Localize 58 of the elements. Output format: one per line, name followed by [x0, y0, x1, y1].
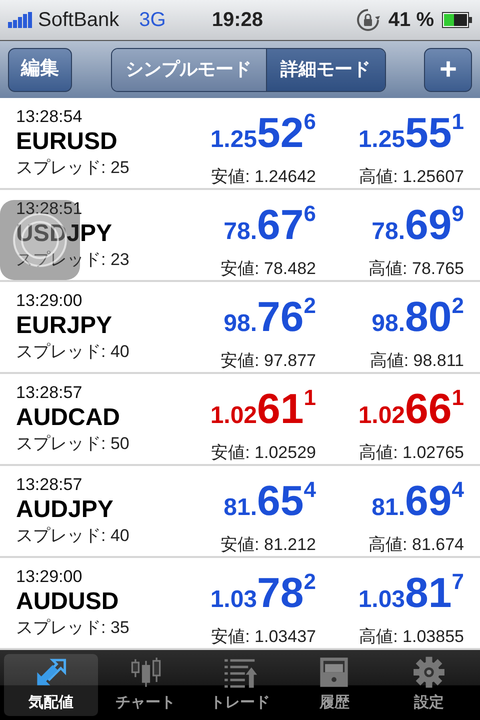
bid-price: 81.65$^{4}$ [224, 476, 316, 526]
quote-time: 13:28:57 [16, 475, 84, 495]
high-price: 高値: 1.03855 [359, 626, 464, 648]
quote-row[interactable]: 13:28:54 EURUSD スプレッド: 25 1.2552$^{6}$ 安値: 1.24642 1.2555$^{1}$ 高値: 1.25607 [0, 98, 480, 190]
bid-price: 98.76$^{2}$ [224, 292, 316, 342]
mode-segment[interactable]: 詳細モード [266, 48, 385, 90]
edit-button[interactable]: 編集 [8, 48, 72, 92]
quote-row[interactable]: 13:28:57 AUDCAD スプレッド: 50 1.0261$^{1}$ 安値: 1.02529 1.0266$^{1}$ 高値: 1.02765 [0, 374, 480, 466]
carrier-name: SoftBank [38, 8, 120, 33]
currency-pair: AUDJPY [16, 495, 114, 525]
spread-label: スプレッド: 35 [16, 617, 130, 639]
add-button[interactable]: + [424, 48, 472, 92]
tab-bar-item[interactable]: 気配値 [4, 654, 98, 716]
rotation-lock-icon [356, 8, 380, 32]
high-price: 高値: 81.674 [368, 534, 464, 556]
low-price: 安値: 1.24642 [211, 166, 316, 188]
quote-time: 13:28:54 [16, 107, 84, 127]
bid-price: 78.67$^{6}$ [224, 200, 316, 250]
currency-pair: AUDCAD [16, 403, 121, 433]
bid-price: 1.2552$^{6}$ [210, 108, 316, 158]
quote-row[interactable]: 13:29:00 EURJPY スプレッド: 40 98.76$^{2}$ 安値: 97.877 98.80$^{2}$ 高値: 98.811 [0, 282, 480, 374]
ask-price: 98.80$^{2}$ [372, 292, 464, 342]
battery-icon [442, 12, 472, 28]
high-price: 高値: 1.25607 [359, 166, 464, 188]
ask-price: 1.0381$^{7}$ [358, 568, 464, 618]
bid-price: 1.0261$^{1}$ [210, 384, 316, 434]
low-price: 安値: 1.02529 [211, 442, 316, 464]
quote-time: 13:29:00 [16, 291, 84, 311]
currency-pair: AUDUSD [16, 587, 120, 617]
tab-bar-item[interactable]: 設定 [382, 654, 476, 716]
tab-bar-item[interactable]: チャート [98, 654, 193, 716]
clock-time: 19:28 [212, 8, 264, 33]
quote-time: 13:29:00 [16, 567, 84, 587]
quote-time: 13:28:57 [16, 383, 84, 403]
low-price: 安値: 1.03437 [211, 626, 316, 648]
quote-row[interactable]: 13:28:57 AUDJPY スプレッド: 40 81.65$^{4}$ 安値: 81.212 81.69$^{4}$ 高値: 81.674 [0, 466, 480, 558]
spread-label: スプレッド: 40 [16, 525, 130, 547]
spread-label: スプレッド: 40 [16, 341, 130, 363]
network-type: 3G [139, 8, 166, 33]
high-price: 高値: 98.811 [370, 350, 464, 372]
ask-price: 1.2555$^{1}$ [358, 108, 464, 158]
low-price: 安値: 81.212 [220, 534, 316, 556]
ask-price: 81.69$^{4}$ [372, 476, 464, 526]
high-price: 高値: 78.765 [368, 258, 464, 280]
low-price: 安値: 78.482 [220, 258, 316, 280]
spread-label: スプレッド: 25 [16, 157, 130, 179]
spread-label: スプレッド: 50 [16, 433, 130, 455]
bid-price: 1.0378$^{2}$ [210, 568, 316, 618]
low-price: 安値: 97.877 [220, 350, 316, 372]
signal-icon [8, 12, 34, 28]
high-price: 高値: 1.02765 [359, 442, 464, 464]
ask-price: 78.69$^{9}$ [372, 200, 464, 250]
battery-percent: 41 % [388, 8, 434, 33]
currency-pair: EURUSD [16, 127, 118, 157]
ask-price: 1.0266$^{1}$ [358, 384, 464, 434]
tab-bar-item[interactable]: 履歴 [287, 654, 382, 716]
currency-pair: EURJPY [16, 311, 114, 341]
tab-bar-item[interactable]: トレード [192, 654, 288, 716]
